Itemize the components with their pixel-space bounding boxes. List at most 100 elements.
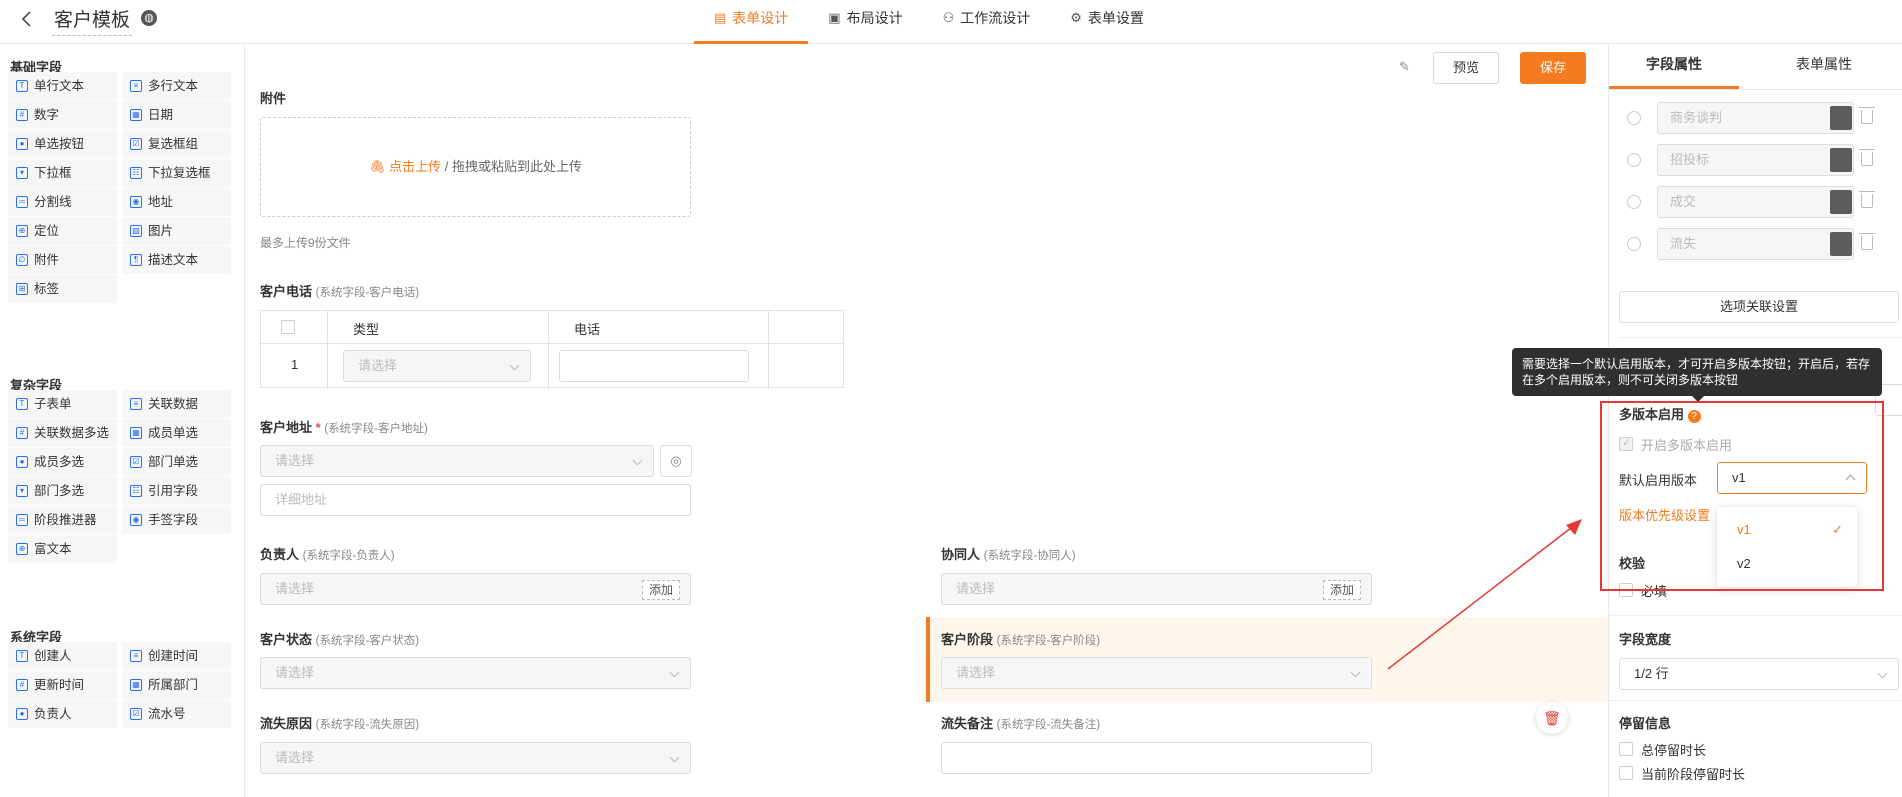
field-palette: 基础字段 T 单行文本 ≡ 多行文本 # 数字 ▦ 日期 ● 单选按钮 ☑ 复选框组 ▾ 下拉框 ☷ 下拉复选…: [0, 45, 245, 797]
lost-note-input[interactable]: [941, 742, 1372, 774]
option-text-input[interactable]: 招投标: [1657, 144, 1854, 176]
add-button[interactable]: 添加: [641, 580, 680, 600]
stage-select[interactable]: 请选择: [941, 657, 1372, 689]
save-button[interactable]: 保存: [1520, 52, 1586, 84]
field-width-select[interactable]: 1/2 行: [1619, 658, 1899, 690]
field-item-label: 数字: [34, 108, 60, 122]
system-field-item[interactable]: # 更新时间: [8, 671, 117, 699]
option-color-picker[interactable]: [1830, 106, 1852, 130]
status-select[interactable]: 请选择: [260, 657, 691, 689]
basic-field-item[interactable]: ≡ 多行文本: [122, 72, 231, 100]
phone-number-input[interactable]: [559, 350, 749, 382]
field-type-icon: T: [16, 398, 28, 410]
complex-field-item[interactable]: ☷ 引用字段: [122, 477, 231, 505]
upload-link[interactable]: 点击上传: [389, 159, 441, 174]
option-default-radio[interactable]: [1627, 111, 1641, 125]
trash-icon[interactable]: [1859, 149, 1875, 166]
collaborator-select[interactable]: 请选择 添加: [941, 573, 1372, 605]
field-type-icon: ≡: [130, 80, 142, 92]
basic-field-item[interactable]: ═ 分割线: [8, 188, 117, 216]
basic-field-item[interactable]: ⊞ 标签: [8, 275, 117, 303]
basic-field-item[interactable]: ☑ 复选框组: [122, 130, 231, 158]
preview-button[interactable]: 预览: [1433, 52, 1499, 84]
field-item-label: 单选按钮: [34, 137, 85, 151]
option-default-radio[interactable]: [1627, 237, 1641, 251]
globe-icon[interactable]: ◍: [141, 10, 157, 26]
option-text-input[interactable]: 流失: [1657, 228, 1854, 260]
option-color-picker[interactable]: [1830, 148, 1852, 172]
complex-field-item[interactable]: ● 成员多选: [8, 448, 117, 476]
tab-workflow-design[interactable]: ⚇ 工作流设计: [923, 0, 1051, 44]
trash-icon[interactable]: [1859, 233, 1875, 250]
upload-dropzone[interactable]: 🖇︎ 点击上传 / 拖拽或粘贴到此处上传: [260, 117, 691, 217]
phone-type-select[interactable]: 请选择: [343, 350, 531, 382]
option-text-input[interactable]: 商务谈判: [1657, 102, 1854, 134]
total-stay-checkbox[interactable]: [1619, 742, 1633, 756]
basic-field-item[interactable]: ▦ 日期: [122, 101, 231, 129]
tab-field-properties[interactable]: 字段属性: [1609, 45, 1739, 89]
field-type-icon: ▾: [16, 485, 28, 497]
basic-field-item[interactable]: # 数字: [8, 101, 117, 129]
address-region-select[interactable]: 请选择: [260, 445, 654, 477]
field-item-label: 复选框组: [148, 137, 199, 151]
option-color-picker[interactable]: [1830, 190, 1852, 214]
basic-field-item[interactable]: ☷ 下拉复选框: [122, 159, 231, 187]
option-default-radio[interactable]: [1627, 153, 1641, 167]
system-field-item[interactable]: T 创建人: [8, 642, 117, 670]
owner-select[interactable]: 请选择 添加: [260, 573, 691, 605]
basic-field-item[interactable]: ¶ 描述文本: [122, 246, 231, 274]
template-title[interactable]: 客户模板: [52, 5, 133, 36]
option-color-picker[interactable]: [1830, 232, 1852, 256]
system-field-item[interactable]: ● 负责人: [8, 700, 117, 728]
field-type-icon: ▧: [130, 225, 142, 237]
field-type-icon: ☑: [130, 456, 142, 468]
complex-field-item[interactable]: ≡ 关联数据: [122, 390, 231, 418]
system-field-item[interactable]: ☑ 流水号: [122, 700, 231, 728]
label-text: 客户状态: [260, 632, 313, 647]
basic-field-item[interactable]: ⊕ 定位: [8, 217, 117, 245]
delete-field-icon[interactable]: 🗑︎: [1536, 702, 1568, 734]
complex-field-item[interactable]: ▾ 部门多选: [8, 477, 117, 505]
complex-field-item[interactable]: ◉ 手签字段: [122, 506, 231, 534]
basic-field-item[interactable]: T 单行文本: [8, 72, 117, 100]
tab-form-design[interactable]: ▤ 表单设计: [694, 0, 809, 44]
system-field-item[interactable]: ≡ 创建时间: [122, 642, 231, 670]
back-arrow-icon[interactable]: [17, 9, 37, 29]
current-stay-label: 当前阶段停留时长: [1641, 767, 1746, 782]
option-link-settings-button[interactable]: 选项关联设置: [1619, 291, 1899, 323]
field-type-icon: ⊕: [16, 543, 28, 555]
address-detail-input[interactable]: 详细地址: [260, 484, 691, 516]
field-item-label: 日期: [148, 108, 174, 122]
basic-field-item[interactable]: ◉ 地址: [122, 188, 231, 216]
complex-field-item[interactable]: T 子表单: [8, 390, 117, 418]
basic-field-item[interactable]: ● 单选按钮: [8, 130, 117, 158]
placeholder: 详细地址: [275, 492, 328, 507]
basic-field-item[interactable]: ∅ 附件: [8, 246, 117, 274]
complex-field-item[interactable]: # 关联数据多选: [8, 419, 117, 447]
collaborator-label: 协同人 (系统字段-协同人): [941, 544, 1076, 563]
lost-reason-select[interactable]: 请选择: [260, 742, 691, 774]
complex-field-item[interactable]: ▦ 成员单选: [122, 419, 231, 447]
current-stay-checkbox[interactable]: [1619, 766, 1633, 780]
location-pin-icon[interactable]: ◎: [660, 445, 692, 477]
form-icon: ▤: [714, 10, 727, 25]
trash-icon[interactable]: [1859, 107, 1875, 124]
option-text-input[interactable]: 成交: [1657, 186, 1854, 218]
label-sub: (系统字段-协同人): [983, 550, 1076, 562]
select-all-checkbox[interactable]: [281, 320, 295, 334]
complex-field-item[interactable]: ☑ 部门单选: [122, 448, 231, 476]
complex-field-item[interactable]: ═ 阶段推进器: [8, 506, 117, 534]
tab-layout-design[interactable]: ▣ 布局设计: [808, 0, 922, 44]
tab-form-properties[interactable]: 表单属性: [1759, 45, 1889, 89]
basic-field-item[interactable]: ▧ 图片: [122, 217, 231, 245]
required-mark: *: [315, 420, 321, 435]
complex-field-item[interactable]: ⊕ 富文本: [8, 535, 117, 563]
field-item-label: 附件: [34, 253, 60, 267]
magic-wand-icon[interactable]: ✎: [1399, 59, 1415, 75]
tab-form-settings[interactable]: ⚙ 表单设置: [1050, 0, 1164, 44]
basic-field-item[interactable]: ▾ 下拉框: [8, 159, 117, 187]
system-field-item[interactable]: ▦ 所属部门: [122, 671, 231, 699]
add-button[interactable]: 添加: [1322, 580, 1361, 600]
trash-icon[interactable]: [1859, 191, 1875, 208]
option-default-radio[interactable]: [1627, 195, 1641, 209]
